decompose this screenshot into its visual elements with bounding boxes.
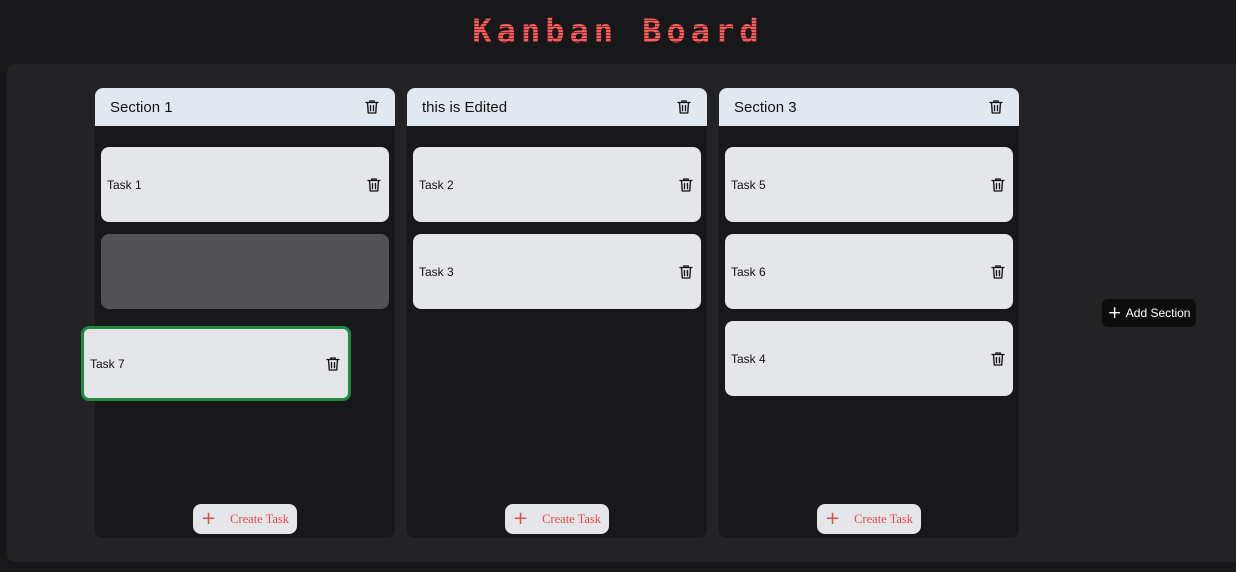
delete-task-icon[interactable] [989, 350, 1007, 368]
add-section-button[interactable]: + Add Section [1102, 299, 1196, 327]
plus-icon: + [825, 508, 841, 529]
task-card[interactable]: Task 4 [725, 321, 1013, 396]
task-card[interactable]: Task 3 [413, 234, 701, 309]
section-header: Section 1 [95, 88, 395, 126]
delete-task-icon[interactable] [324, 355, 342, 373]
delete-section-icon[interactable] [987, 98, 1005, 116]
create-task-button[interactable]: + Create Task [817, 504, 921, 534]
create-task-button[interactable]: + Create Task [505, 504, 609, 534]
task-label: Task 1 [107, 177, 142, 192]
task-label: Task 4 [731, 351, 766, 366]
task-label: Task 6 [731, 264, 766, 279]
task-card[interactable]: Task 1 [101, 147, 389, 222]
plus-icon: + [1107, 302, 1122, 323]
plus-icon: + [201, 508, 217, 529]
create-task-label: Create Task [542, 511, 602, 526]
add-section-label: Add Section [1125, 306, 1191, 320]
task-card[interactable]: Task 2 [413, 147, 701, 222]
section-column: Section 1 Task 1 + Create Task [95, 88, 395, 538]
delete-task-icon[interactable] [677, 263, 695, 281]
delete-section-icon[interactable] [363, 98, 381, 116]
page-title: Kanban Board [0, 12, 1236, 50]
section-header: Section 3 [719, 88, 1019, 126]
section-title[interactable]: Section 1 [110, 99, 173, 116]
task-label: Task 5 [731, 177, 766, 192]
section-column: Section 3 Task 5 Task 6 Task 4 + Create … [719, 88, 1019, 538]
task-label: Task 7 [90, 356, 125, 371]
task-card[interactable]: Task 6 [725, 234, 1013, 309]
section-header: this is Edited [407, 88, 707, 126]
task-label: Task 3 [419, 264, 454, 279]
delete-section-icon[interactable] [675, 98, 693, 116]
task-label: Task 2 [419, 177, 454, 192]
create-task-button[interactable]: + Create Task [193, 504, 297, 534]
section-column: this is Edited Task 2 Task 3 + Create Ta… [407, 88, 707, 538]
delete-task-icon[interactable] [989, 176, 1007, 194]
create-task-label: Create Task [854, 511, 914, 526]
plus-icon: + [513, 508, 529, 529]
create-task-label: Create Task [230, 511, 290, 526]
delete-task-icon[interactable] [677, 176, 695, 194]
delete-task-icon[interactable] [989, 263, 1007, 281]
delete-task-icon[interactable] [365, 176, 383, 194]
task-card[interactable]: Task 5 [725, 147, 1013, 222]
section-title[interactable]: Section 3 [734, 99, 797, 116]
section-title[interactable]: this is Edited [422, 99, 507, 116]
dragging-task-card[interactable]: Task 7 [81, 326, 351, 401]
drop-placeholder [101, 234, 389, 309]
